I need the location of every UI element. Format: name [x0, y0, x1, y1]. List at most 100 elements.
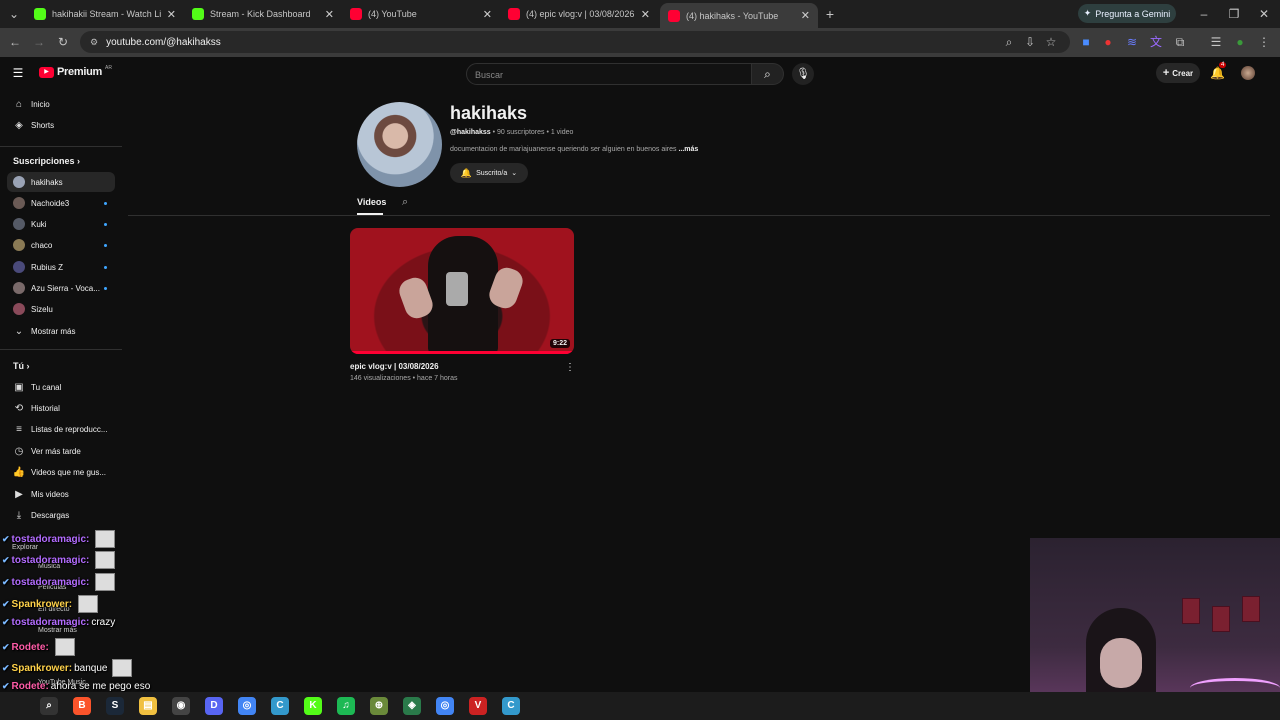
voice-search-button[interactable]: 🎙 [792, 63, 814, 85]
search-icon[interactable]: ⌕ [40, 697, 58, 715]
channel-avatar[interactable] [357, 102, 442, 187]
video-thumbnail[interactable]: 9:22 [350, 228, 574, 354]
close-tab-icon[interactable]: ✕ [483, 8, 492, 21]
brave-icon[interactable]: B [73, 697, 91, 715]
back-icon[interactable]: ← [7, 34, 23, 50]
sidebar-item-home[interactable]: ⌂ Inicio [7, 94, 115, 114]
video-title[interactable]: epic vlog:v | 03/08/2026 [350, 362, 439, 371]
address-bar[interactable]: ⚙ youtube.com/@hakihakss [80, 31, 1070, 53]
site-info-icon[interactable]: ⚙ [90, 37, 98, 48]
extension-icon[interactable]: ■ [1078, 34, 1094, 50]
close-tab-icon[interactable]: ✕ [325, 8, 334, 21]
close-tab-icon[interactable]: ✕ [167, 8, 176, 21]
show-more-button[interactable]: ⌄ Mostrar más [7, 321, 115, 341]
sidebar-item-your-channel[interactable]: ▣ Tu canal [7, 377, 115, 397]
channel-search-icon[interactable]: ⌕ [402, 196, 408, 209]
reload-icon[interactable]: ↻ [55, 34, 71, 50]
sidebar-item-liked[interactable]: 👍 Videos que me gus... [7, 462, 115, 482]
reading-list-icon[interactable]: ☰ [1208, 34, 1224, 50]
sidebar-sub-item[interactable]: Kuki [7, 214, 115, 234]
browser-tab[interactable]: Stream - Kick Dashboard ✕ [184, 3, 342, 25]
mic-icon: 🎙 [796, 68, 810, 80]
search-button[interactable]: ⌕ [752, 63, 784, 85]
hamburger-menu-icon[interactable]: ☰ [10, 65, 26, 81]
notification-badge: 4 [1219, 62, 1227, 68]
forward-icon[interactable]: → [31, 34, 47, 50]
chat-badge-icon: ✔ [2, 617, 10, 627]
browser-tab[interactable]: hakihakii Stream - Watch Live o ✕ [26, 3, 184, 25]
browser-tab[interactable]: (4) epic vlog:v | 03/08/2026 - Yo ✕ [500, 3, 658, 25]
chevron-down-icon: ⌄ [14, 325, 24, 337]
discord-icon[interactable]: D [205, 697, 223, 715]
sidebar-item-show-more[interactable]: Mostrar más [38, 627, 77, 634]
app-icon[interactable]: ◈ [403, 697, 421, 715]
zoom-icon[interactable]: ⌕ [1001, 34, 1017, 50]
install-icon[interactable]: ⇩ [1022, 34, 1038, 50]
sidebar-item-history[interactable]: ⟲ Historial [7, 398, 115, 418]
chrome-active-icon[interactable]: ◎ [436, 697, 454, 715]
steam-icon[interactable]: S [106, 697, 124, 715]
restore-icon[interactable]: ❐ [1226, 6, 1242, 22]
sidebar-divider [0, 349, 122, 350]
tab-videos[interactable]: Videos [357, 197, 386, 207]
sidebar-sub-item[interactable]: Rubius Z [7, 257, 115, 277]
sidebar-item-playlists[interactable]: ≡ Listas de reproducc... [7, 419, 115, 439]
browser-tab[interactable]: (4) YouTube ✕ [342, 3, 500, 25]
sidebar-item-shorts[interactable]: ◈ Shorts [7, 115, 115, 135]
new-tab-button[interactable]: + [822, 6, 838, 22]
browser-tab-active[interactable]: (4) hakihaks - YouTube ✕ [660, 3, 818, 28]
create-button[interactable]: + Crear [1156, 63, 1200, 83]
obs-icon[interactable]: ◉ [172, 697, 190, 715]
close-tab-icon[interactable]: ✕ [641, 8, 650, 21]
sidebar-item-downloads[interactable]: ⤓ Descargas [7, 505, 115, 525]
bookmark-star-icon[interactable]: ☆ [1043, 34, 1059, 50]
account-avatar[interactable] [1241, 66, 1255, 80]
voicemeeter-icon[interactable]: V [469, 697, 487, 715]
profile-icon[interactable]: ● [1232, 34, 1248, 50]
extension-red-icon[interactable]: ● [1100, 34, 1116, 50]
sidebar-sub-item[interactable]: hakihaks [7, 172, 115, 192]
spotify-icon[interactable]: ♫ [337, 697, 355, 715]
extensions-puzzle-icon[interactable]: ⧉ [1172, 34, 1188, 50]
youtube-logo[interactable]: ▶ Premium AR [39, 65, 112, 78]
avatar [13, 282, 25, 294]
gemini-button[interactable]: ✦ Pregunta a Gemini [1078, 4, 1176, 23]
sidebar-sub-item[interactable]: chaco [7, 235, 115, 255]
sidebar-sub-item[interactable]: Sizelu [7, 299, 115, 319]
youtube-icon [508, 8, 520, 20]
extension-translate-icon[interactable]: 文 [1148, 34, 1164, 50]
chat-message: ✔ tostadoramagic: [2, 573, 116, 591]
ccleaner2-icon[interactable]: C [502, 697, 520, 715]
sidebar-sub-item[interactable]: Azu Sierra - Voca... [7, 278, 115, 298]
subscribed-button[interactable]: 🔔 Suscrito/a ⌄ [450, 163, 528, 183]
files-icon[interactable]: ▤ [139, 697, 157, 715]
chrome-icon[interactable]: ◎ [238, 697, 256, 715]
channel-description[interactable]: documentacion de marìajuanense queriendo… [450, 146, 698, 153]
chat-emote [95, 530, 116, 548]
channel-name: hakihaks [450, 103, 528, 123]
close-window-icon[interactable]: ✕ [1256, 6, 1272, 22]
gamepad-icon[interactable]: ⊕ [370, 697, 388, 715]
minimize-icon[interactable]: – [1196, 6, 1212, 22]
menu-kebab-icon[interactable]: ⋮ [1256, 34, 1272, 50]
subscriptions-header[interactable]: Suscripciones › [13, 156, 80, 166]
chat-badge-icon: ✔ [2, 641, 10, 652]
youtube-icon [350, 8, 362, 20]
you-header[interactable]: Tú › [13, 361, 30, 371]
sidebar-item-my-videos[interactable]: ▶ Mis videos [7, 484, 115, 504]
close-tab-icon[interactable]: ✕ [801, 9, 810, 22]
ccleaner-icon[interactable]: C [271, 697, 289, 715]
taskbar: ⌕ B S ▤ ◉ D ◎ C K ♫ ⊕ ◈ ◎ V C [0, 692, 1280, 720]
gemini-icon: ✦ [1083, 8, 1092, 18]
extension-wave-icon[interactable]: ≋ [1124, 34, 1140, 50]
sidebar-sub-item[interactable]: Nachoide3 [7, 193, 115, 213]
notifications-button[interactable]: 🔔 4 [1210, 62, 1227, 80]
youtube-icon [668, 9, 680, 22]
tab-search-chevron-icon[interactable]: ⌄ [6, 6, 22, 22]
kick-icon[interactable]: K [304, 697, 322, 715]
sidebar-item-watch-later[interactable]: ◷ Ver más tarde [7, 441, 115, 461]
thumbnail-phone [446, 272, 468, 306]
more-link[interactable]: ...más [678, 146, 698, 153]
video-menu-icon[interactable]: ⋮ [565, 362, 575, 373]
search-input[interactable]: Buscar [466, 63, 752, 85]
